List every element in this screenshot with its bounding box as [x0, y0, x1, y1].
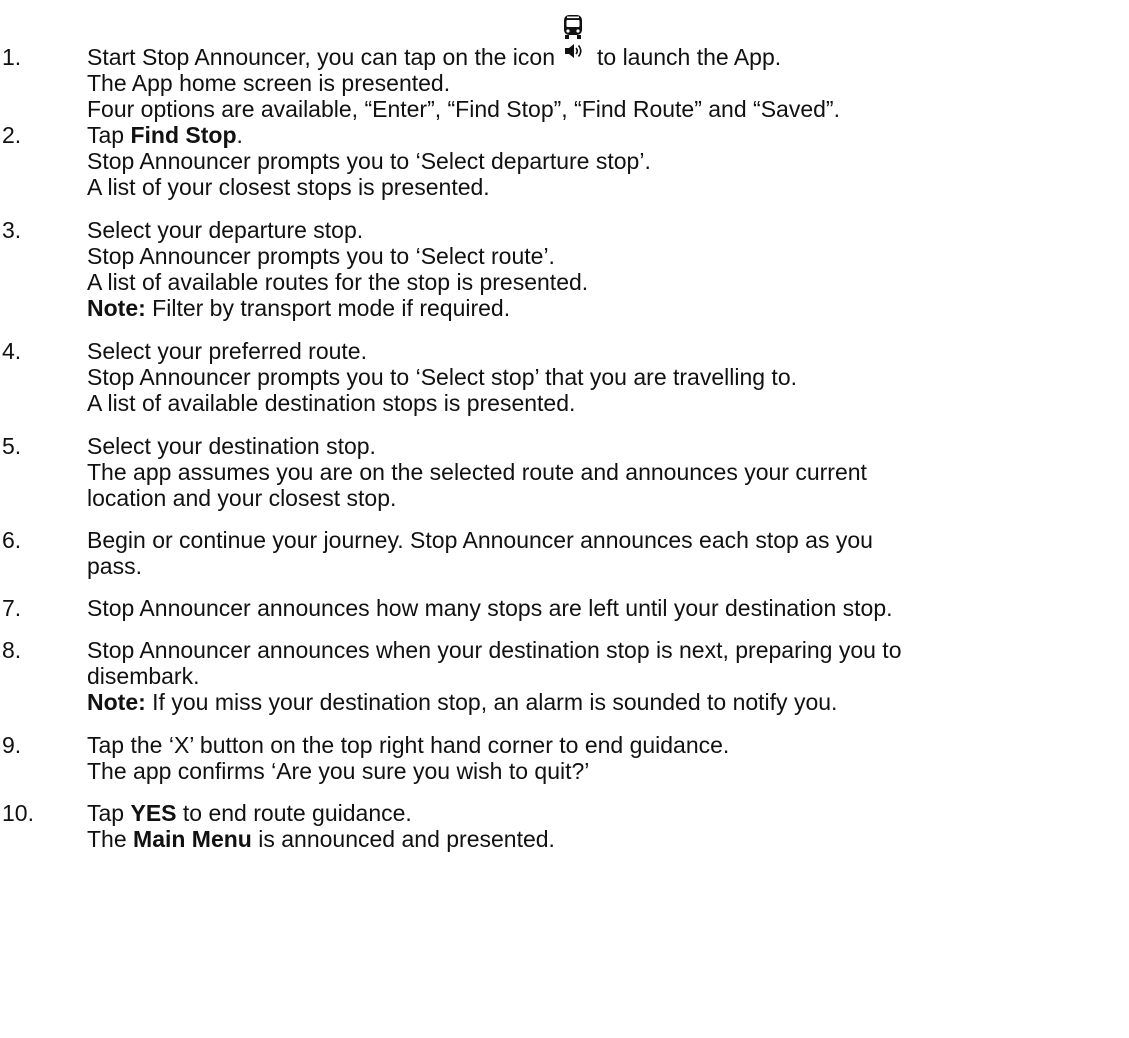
step-line: Stop Announcer announces how many stops …: [87, 595, 893, 621]
step-line: Select your departure stop.: [87, 217, 364, 243]
step-text: Tap: [87, 122, 131, 148]
step-bold-text: YES: [130, 800, 177, 826]
step-text: Start Stop Announcer, you can tap on the…: [87, 44, 555, 70]
step-line: Stop Announcer announces when your desti…: [87, 637, 902, 663]
step-body: Select your destination stop. The app as…: [87, 433, 1117, 511]
step-line: Select your destination stop.: [87, 433, 376, 459]
step-text: Filter by transport mode if required.: [145, 295, 511, 321]
step-number: 7.: [2, 595, 22, 621]
step-line: The Main Menu is announced and presented…: [87, 826, 1117, 852]
step-line: The App home screen is presented.: [87, 70, 451, 96]
step-text: is announced and presented.: [251, 826, 555, 852]
step-text: Tap: [87, 800, 131, 826]
step-line: location and your closest stop.: [87, 485, 397, 511]
step-line: Tap YES to end route guidance.: [87, 800, 1117, 826]
step-line: Stop Announcer prompts you to ‘Select ro…: [87, 243, 555, 269]
instructions-document: 1. Start Stop Announcer, you can tap on …: [0, 0, 1129, 1038]
step-line: disembark.: [87, 663, 200, 689]
step-line: Stop Announcer prompts you to ‘Select de…: [87, 148, 651, 174]
step-bold-text: Main Menu: [133, 826, 252, 852]
step-number: 4.: [2, 338, 22, 364]
step-line: Tap Find Stop.: [87, 122, 1117, 148]
step-number: 3.: [2, 217, 22, 243]
step-text: If you miss your destination stop, an al…: [145, 689, 838, 715]
step-text: to launch the App.: [597, 44, 782, 70]
step-text: .: [236, 122, 243, 148]
step-bold-text: Find Stop: [130, 122, 237, 148]
step-number: 6.: [2, 527, 22, 553]
step-body: Tap YES to end route guidance. The Main …: [87, 800, 1117, 852]
step-bold-text: Note:: [87, 689, 146, 715]
step-body: Begin or continue your journey. Stop Ann…: [87, 527, 1117, 579]
step-line: Note: If you miss your destination stop,…: [87, 689, 1117, 715]
step-bold-text: Note:: [87, 295, 146, 321]
step-line: The app assumes you are on the selected …: [87, 459, 867, 485]
step-number: 1.: [2, 44, 22, 70]
step-line: The app confirms ‘Are you sure you wish …: [87, 758, 590, 784]
step-body: Tap Find Stop. Stop Announcer prompts yo…: [87, 122, 1117, 200]
step-line: A list of available destination stops is…: [87, 390, 576, 416]
step-line: A list of available routes for the stop …: [87, 269, 589, 295]
step-line: Start Stop Announcer, you can tap on the…: [87, 15, 1117, 70]
step-line: pass.: [87, 553, 142, 579]
step-number: 8.: [2, 637, 22, 663]
step-text: The: [87, 826, 134, 852]
step-body: Select your departure stop. Stop Announc…: [87, 217, 1117, 321]
step-body: Select your preferred route. Stop Announ…: [87, 338, 1117, 416]
step-line: Select your preferred route.: [87, 338, 367, 364]
step-body: Stop Announcer announces how many stops …: [87, 595, 1117, 621]
step-number: 10.: [2, 800, 34, 826]
step-number: 2.: [2, 122, 22, 148]
step-body: Start Stop Announcer, you can tap on the…: [87, 15, 1117, 122]
step-body: Tap the ‘X’ button on the top right hand…: [87, 732, 1117, 784]
step-number: 5.: [2, 433, 22, 459]
step-body: Stop Announcer announces when your desti…: [87, 637, 1117, 715]
step-line: Note: Filter by transport mode if requir…: [87, 295, 1117, 321]
step-line: Tap the ‘X’ button on the top right hand…: [87, 732, 730, 758]
step-line: Stop Announcer prompts you to ‘Select st…: [87, 364, 798, 390]
bus-speaker-icon: [563, 15, 583, 70]
step-line: A list of your closest stops is presente…: [87, 174, 490, 200]
step-line: Four options are available, “Enter”, “Fi…: [87, 96, 840, 122]
step-number: 9.: [2, 732, 22, 758]
step-line: Begin or continue your journey. Stop Ann…: [87, 527, 873, 553]
step-text: to end route guidance.: [176, 800, 412, 826]
